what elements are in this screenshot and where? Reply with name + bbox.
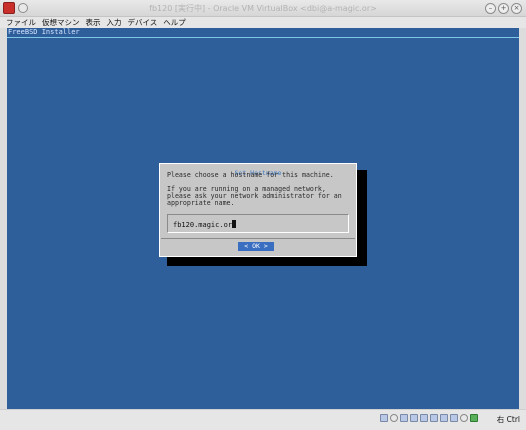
menu-machine[interactable]: 仮想マシン xyxy=(42,17,80,28)
close-icon[interactable]: × xyxy=(511,3,522,14)
text-cursor xyxy=(232,220,237,228)
dialog-line-5: appropriate name. xyxy=(167,199,235,207)
recording-icon[interactable] xyxy=(450,414,458,422)
cpu-icon[interactable] xyxy=(460,414,468,422)
menu-view[interactable]: 表示 xyxy=(86,17,101,28)
display-icon[interactable] xyxy=(430,414,438,422)
installer-header: FreeBSD Installer xyxy=(8,28,80,36)
shared-folder-icon[interactable] xyxy=(420,414,428,422)
menu-bar: ファイル 仮想マシン 表示 入力 デバイス ヘルプ xyxy=(0,17,526,28)
hdd-icon[interactable] xyxy=(380,414,388,422)
set-hostname-dialog: Set Hostname Please choose a hostname fo… xyxy=(159,163,357,257)
network-icon[interactable] xyxy=(410,414,418,422)
dialog-line-1: Please choose a hostname for this machin… xyxy=(167,171,334,179)
dialog-divider xyxy=(161,238,355,239)
host-key-label: 右 Ctrl xyxy=(496,415,520,424)
mouse-integration-icon[interactable] xyxy=(470,414,478,422)
menu-devices[interactable]: デバイス xyxy=(128,17,158,28)
status-icons xyxy=(380,414,478,422)
minimize-icon[interactable]: – xyxy=(485,3,496,14)
optical-icon[interactable] xyxy=(390,414,398,422)
video-capture-icon[interactable] xyxy=(440,414,448,422)
hostname-text: fb120.magic.or xyxy=(173,221,233,229)
window-title: fb120 [実行中] - Oracle VM VirtualBox <dbi@… xyxy=(149,4,377,13)
maximize-icon[interactable]: + xyxy=(498,3,509,14)
menu-file[interactable]: ファイル xyxy=(6,17,36,28)
hostname-input-value[interactable]: fb120.magic.or xyxy=(173,220,237,229)
ok-button[interactable]: < OK > xyxy=(238,242,274,251)
usb-icon[interactable] xyxy=(400,414,408,422)
status-bar: 右 Ctrl xyxy=(0,409,526,430)
menu-input[interactable]: 入力 xyxy=(107,17,122,28)
hostname-input[interactable]: fb120.magic.or xyxy=(167,214,349,233)
header-divider xyxy=(7,37,519,38)
window-titlebar: fb120 [実行中] - Oracle VM VirtualBox <dbi@… xyxy=(0,0,526,17)
menu-help[interactable]: ヘルプ xyxy=(163,17,186,28)
